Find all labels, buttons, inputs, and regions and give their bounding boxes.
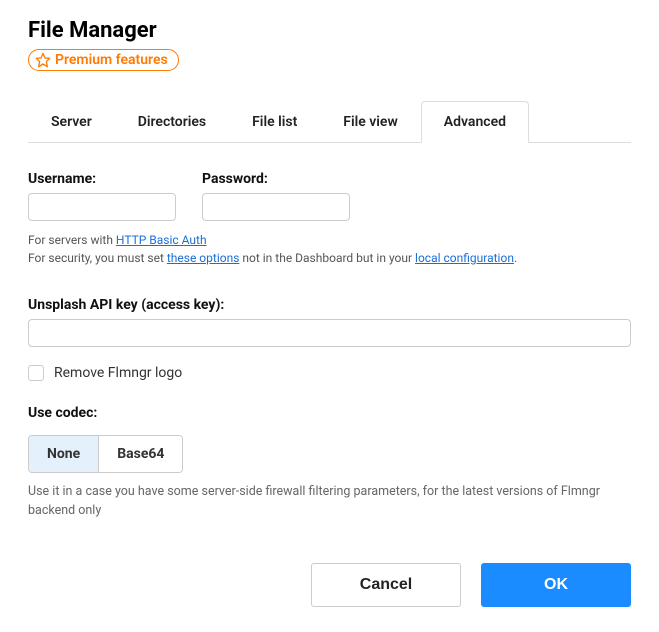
tab-file-list[interactable]: File list — [229, 101, 320, 143]
help-line-2: For security, you must set these options… — [28, 249, 631, 267]
password-input[interactable] — [202, 193, 350, 221]
codec-label: Use codec: — [28, 405, 631, 421]
codec-option-base64[interactable]: Base64 — [98, 436, 182, 472]
tab-server[interactable]: Server — [28, 101, 115, 143]
unsplash-label: Unsplash API key (access key): — [28, 297, 631, 313]
checkbox-box-icon — [28, 365, 44, 381]
username-label: Username: — [28, 171, 176, 187]
premium-features-button[interactable]: Premium features — [28, 49, 179, 71]
help2-suffix: . — [514, 251, 517, 265]
help2-prefix: For security, you must set — [28, 251, 167, 265]
local-configuration-link[interactable]: local configuration — [415, 251, 514, 265]
username-input[interactable] — [28, 193, 176, 221]
http-basic-auth-link[interactable]: HTTP Basic Auth — [116, 233, 207, 247]
help1-prefix: For servers with — [28, 233, 116, 247]
password-label: Password: — [202, 171, 350, 187]
form-area: Username: Password: For servers with HTT… — [28, 143, 631, 607]
remove-logo-checkbox[interactable]: Remove Flmngr logo — [28, 365, 631, 381]
page-title: File Manager — [28, 18, 631, 43]
ok-button[interactable]: OK — [481, 563, 631, 607]
help2-mid: not in the Dashboard but in your — [239, 251, 415, 265]
premium-features-label: Premium features — [55, 52, 168, 68]
codec-option-group: None Base64 — [28, 435, 183, 473]
unsplash-api-key-input[interactable] — [28, 319, 631, 347]
remove-logo-label: Remove Flmngr logo — [54, 365, 182, 381]
these-options-link[interactable]: these options — [167, 251, 240, 265]
tab-bar: Server Directories File list File view A… — [28, 100, 631, 143]
cancel-button[interactable]: Cancel — [311, 563, 461, 607]
codec-help-text: Use it in a case you have some server-si… — [28, 483, 631, 521]
tab-directories[interactable]: Directories — [115, 101, 229, 143]
tab-advanced[interactable]: Advanced — [421, 101, 529, 143]
help-line-1: For servers with HTTP Basic Auth — [28, 231, 631, 249]
tab-file-view[interactable]: File view — [320, 101, 421, 143]
codec-option-none[interactable]: None — [29, 436, 98, 472]
star-icon — [35, 52, 51, 68]
